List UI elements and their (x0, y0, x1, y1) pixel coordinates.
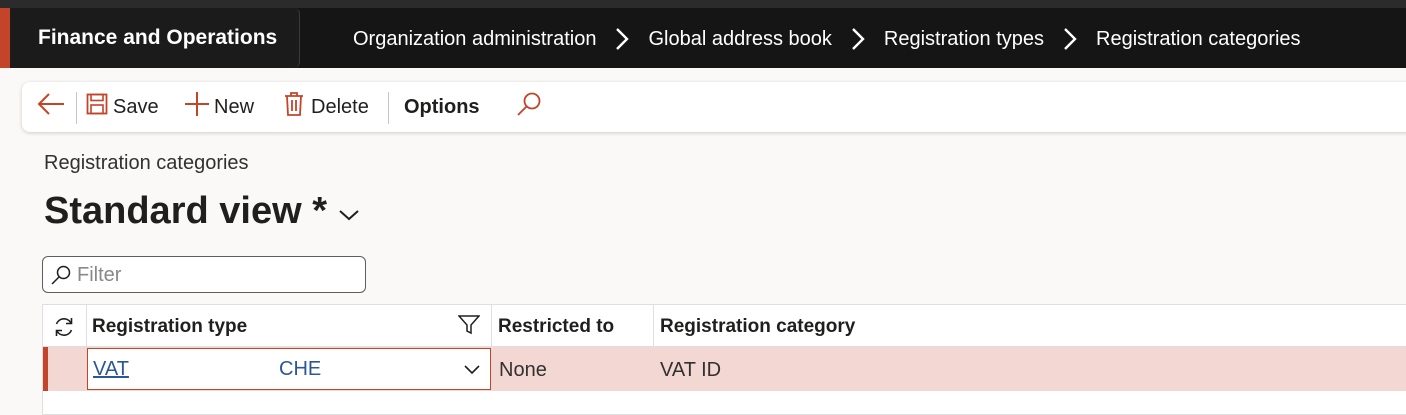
delete-label: Delete (311, 95, 369, 118)
breadcrumb-item-registration-categories[interactable]: Registration categories (1096, 28, 1301, 51)
chevron-right-icon (832, 27, 884, 51)
column-header-label: Restricted to (498, 316, 615, 337)
registration-type-country: CHE (279, 358, 322, 380)
page-caption: Registration categories (44, 152, 249, 174)
data-grid: Registration type Restricted to Registra… (42, 304, 1406, 415)
search-icon (516, 91, 542, 123)
registration-type-link[interactable]: VAT (93, 358, 129, 381)
breadcrumb-item-global-address-book[interactable]: Global address book (648, 28, 831, 51)
chevron-down-icon[interactable] (338, 208, 360, 227)
top-strip (0, 0, 1406, 8)
toolbar-divider (388, 92, 389, 124)
view-title[interactable]: Standard view * (44, 190, 327, 233)
chevron-right-icon (1044, 27, 1096, 51)
restricted-to-cell[interactable]: None (491, 347, 653, 391)
brand-accent (0, 8, 10, 68)
table-row[interactable]: VAT CHE None VAT ID (43, 347, 1406, 391)
arrow-left-icon (36, 92, 66, 122)
refresh-icon[interactable] (53, 316, 75, 343)
column-header-restricted-to[interactable]: Restricted to (492, 305, 653, 347)
column-header-label: Registration category (660, 316, 856, 337)
breadcrumb-item-organization-administration[interactable]: Organization administration (353, 28, 596, 51)
plus-icon (184, 91, 210, 123)
app-title[interactable]: Finance and Operations (38, 26, 277, 50)
options-label: Options (404, 95, 480, 118)
trash-icon (284, 91, 304, 123)
row-selection-marker (43, 347, 48, 391)
options-tab[interactable]: Options (404, 82, 480, 132)
registration-category-cell[interactable]: VAT ID (652, 347, 1352, 391)
grid-header: Registration type Restricted to Registra… (43, 305, 1406, 347)
new-button[interactable]: New (184, 82, 254, 132)
column-header-label: Registration type (92, 316, 248, 337)
save-label: Save (113, 95, 159, 118)
filter-input[interactable] (77, 263, 357, 287)
filter-funnel-icon[interactable] (457, 315, 481, 340)
action-pane: Save New Delete Options (22, 82, 1406, 132)
app-title-container[interactable]: Finance and Operations (10, 8, 300, 68)
toolbar-divider (76, 92, 77, 124)
delete-button[interactable]: Delete (284, 82, 369, 132)
chevron-down-icon[interactable] (464, 362, 480, 380)
filter-box[interactable] (42, 256, 366, 293)
column-header-registration-category[interactable]: Registration category (654, 305, 1354, 347)
breadcrumb: Organization administration Global addre… (353, 26, 1301, 52)
search-icon (51, 265, 71, 290)
chevron-right-icon (596, 27, 648, 51)
column-header-registration-type[interactable]: Registration type (86, 305, 491, 347)
new-label: New (214, 95, 255, 118)
top-navigation-bar: Finance and Operations Organization admi… (0, 0, 1406, 68)
save-button[interactable]: Save (86, 82, 159, 132)
search-button[interactable] (516, 82, 542, 132)
registration-type-lookup[interactable]: VAT CHE (87, 348, 491, 390)
save-icon (86, 93, 108, 121)
breadcrumb-item-registration-types[interactable]: Registration types (884, 28, 1044, 51)
back-button[interactable] (36, 82, 66, 132)
